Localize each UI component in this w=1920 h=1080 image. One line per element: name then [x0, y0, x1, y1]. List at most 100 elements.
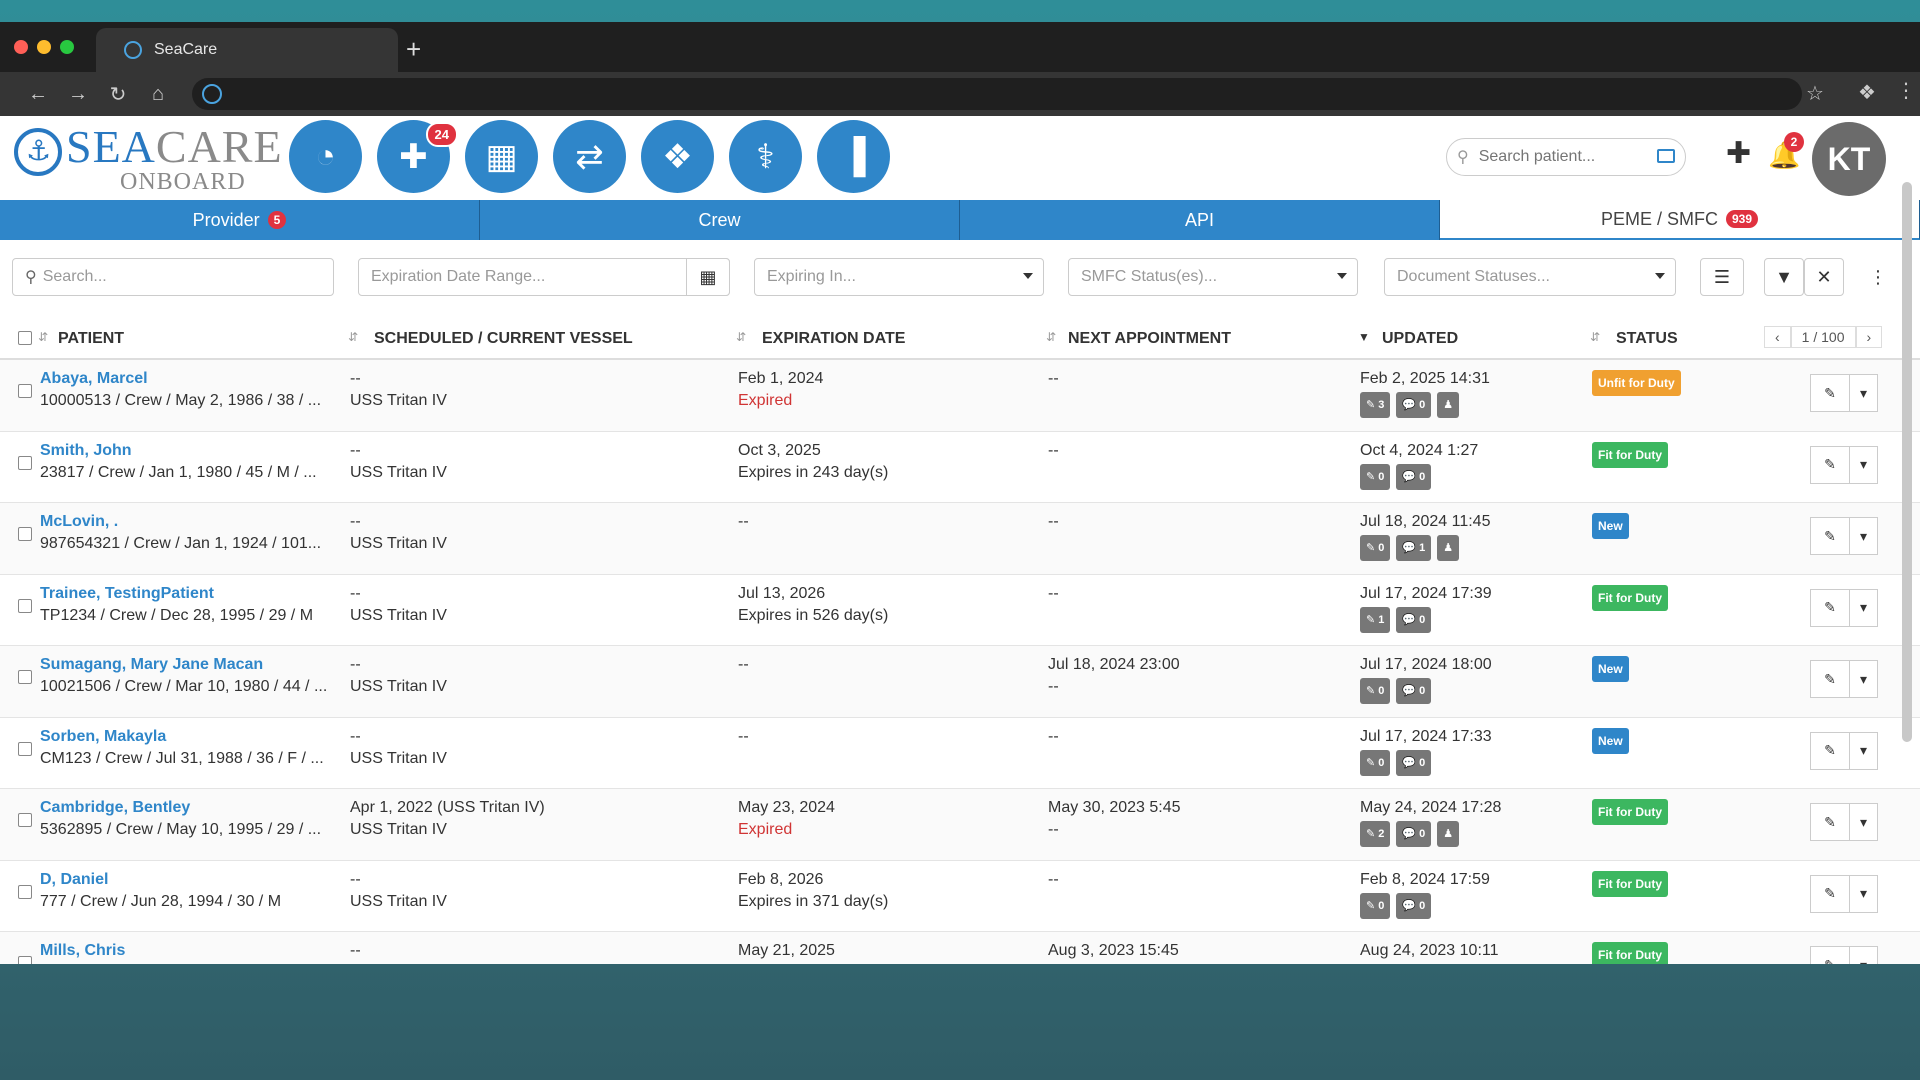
row-checkbox[interactable] — [18, 384, 32, 398]
table-row[interactable]: D, Daniel 777 / Crew / Jun 28, 1994 / 30 … — [0, 861, 1920, 932]
scrollbar-thumb[interactable] — [1902, 182, 1912, 742]
bar-chart-icon[interactable]: ▐ — [817, 120, 890, 193]
chevron-down-icon[interactable]: ▾ — [1850, 588, 1878, 627]
tag-count-badge[interactable]: ✎ 3 — [1360, 392, 1391, 418]
chevron-down-icon[interactable]: ▾ — [1850, 445, 1878, 484]
close-window-button[interactable] — [14, 40, 28, 54]
row-checkbox[interactable] — [18, 741, 32, 756]
browser-tab[interactable]: SeaCare — [96, 28, 398, 72]
patient-name-link[interactable]: Cambridge, Bentley — [40, 797, 330, 819]
patient-name-link[interactable]: D, Daniel — [40, 869, 330, 891]
maximize-window-button[interactable] — [60, 40, 74, 54]
chevron-down-icon[interactable]: ▾ — [1850, 874, 1878, 913]
calendar-icon[interactable]: ▦ — [465, 120, 538, 193]
table-row[interactable]: Abaya, Marcel 10000513 / Crew / May 2, 19… — [0, 360, 1920, 432]
comment-count-badge[interactable]: 💬 0 — [1396, 606, 1432, 633]
column-vessel[interactable]: SCHEDULED / CURRENT VESSEL — [374, 330, 633, 348]
comment-count-badge[interactable]: 💬 0 — [1396, 678, 1432, 704]
patient-search-input[interactable] — [1478, 148, 1659, 166]
user-avatar[interactable]: KT — [1812, 122, 1886, 196]
comment-count-badge[interactable]: 💬 0 — [1396, 821, 1432, 847]
expiring-in-select[interactable]: Expiring In... — [754, 258, 1044, 296]
tab-peme-smfc[interactable]: PEME / SMFC 939 — [1440, 200, 1920, 240]
row-checkbox[interactable] — [18, 598, 32, 613]
sort-icon[interactable]: ⇵ — [38, 330, 48, 344]
tag-count-badge[interactable]: ✎ 0 — [1360, 678, 1391, 704]
bookmark-star-icon[interactable]: ☆ — [1806, 81, 1824, 106]
user-icon[interactable]: ♟ — [1437, 535, 1460, 561]
browser-menu-icon[interactable]: ⋮ — [1896, 78, 1916, 103]
table-row[interactable]: Mills, Chris -- May 21, 2025 Aug 3, 2023 15… — [0, 932, 1920, 964]
chevron-down-icon[interactable]: ▾ — [1850, 946, 1878, 964]
tag-count-badge[interactable]: ✎ 0 — [1360, 463, 1391, 490]
table-row[interactable]: Cambridge, Bentley 5362895 / Crew / May 1… — [0, 789, 1920, 861]
edit-pencil-icon[interactable]: ✎ — [1810, 517, 1850, 555]
table-search-field[interactable]: ⚲ Search... — [12, 258, 334, 296]
smfc-status-select[interactable]: SMFC Status(es)... — [1068, 258, 1358, 296]
table-row[interactable]: Trainee, TestingPatient TP1234 / Crew / D… — [0, 575, 1920, 646]
table-row[interactable]: Sumagang, Mary Jane Macan 10021506 / Crew… — [0, 646, 1920, 718]
tag-count-badge[interactable]: ✎ 1 — [1360, 606, 1391, 633]
id-card-icon[interactable] — [1657, 149, 1675, 163]
column-updated[interactable]: UPDATED — [1382, 330, 1458, 348]
row-checkbox[interactable] — [18, 884, 32, 899]
select-all-checkbox[interactable] — [18, 331, 32, 345]
next-page-button[interactable]: › — [1855, 326, 1883, 348]
back-arrow-icon[interactable]: ← — [18, 83, 58, 106]
forward-arrow-icon[interactable]: → — [58, 83, 98, 106]
seacare-logo[interactable]: SEACARE ONBOARD — [14, 124, 283, 194]
table-row[interactable]: McLovin, . 987654321 / Crew / Jan 1, 1924… — [0, 503, 1920, 575]
comment-count-badge[interactable]: 💬 0 — [1396, 463, 1432, 490]
patient-name-link[interactable]: Abaya, Marcel — [40, 368, 330, 390]
prev-page-button[interactable]: ‹ — [1764, 326, 1791, 348]
dashboard-pie-icon[interactable]: ◔ — [289, 120, 362, 193]
edit-pencil-icon[interactable]: ✎ — [1810, 874, 1850, 913]
document-statuses-select[interactable]: Document Statuses... — [1384, 258, 1676, 296]
edit-pencil-icon[interactable]: ✎ — [1810, 803, 1850, 841]
user-icon[interactable]: ♟ — [1437, 392, 1460, 418]
tag-count-badge[interactable]: ✎ 0 — [1360, 892, 1391, 919]
row-checkbox[interactable] — [18, 455, 32, 470]
new-tab-button[interactable]: + — [406, 34, 421, 65]
sort-icon[interactable]: ⇵ — [348, 330, 358, 344]
sort-icon[interactable]: ⇵ — [736, 330, 746, 344]
minimize-window-button[interactable] — [37, 40, 51, 54]
patient-name-link[interactable]: Trainee, TestingPatient — [40, 583, 330, 605]
stethoscope-icon[interactable]: ⚕ — [729, 120, 802, 193]
column-status[interactable]: STATUS — [1616, 330, 1678, 348]
row-checkbox[interactable] — [18, 527, 32, 541]
column-expiration-date[interactable]: EXPIRATION DATE — [762, 330, 905, 348]
dropbox-icon[interactable]: ❖ — [641, 120, 714, 193]
sort-icon[interactable]: ⇵ — [1590, 330, 1600, 344]
reload-icon[interactable]: ↻ — [98, 82, 138, 107]
medical-add-icon[interactable]: ✚ 24 — [377, 120, 458, 193]
sort-icon[interactable]: ⇵ — [1046, 330, 1056, 344]
patient-name-link[interactable]: Mills, Chris — [40, 940, 330, 962]
edit-pencil-icon[interactable]: ✎ — [1810, 445, 1850, 484]
column-settings-sliders-icon[interactable]: ☰ — [1700, 258, 1744, 296]
table-row[interactable]: Smith, John 23817 / Crew / Jan 1, 1980 / … — [0, 432, 1920, 503]
patient-name-link[interactable]: Sorben, Makayla — [40, 726, 330, 748]
column-next-appointment[interactable]: NEXT APPOINTMENT — [1068, 330, 1231, 348]
scrollbar[interactable] — [1902, 156, 1914, 956]
address-bar[interactable] — [192, 78, 1802, 110]
clear-filters-x-icon[interactable]: ✕ — [1804, 258, 1844, 296]
comment-count-badge[interactable]: 💬 0 — [1396, 892, 1432, 919]
transfer-icon[interactable]: ⇄ — [553, 120, 626, 193]
edit-pencil-icon[interactable]: ✎ — [1810, 660, 1850, 698]
chevron-down-icon[interactable]: ▾ — [1850, 803, 1878, 841]
expiration-date-range-field[interactable]: Expiration Date Range... — [358, 258, 730, 296]
more-options-icon[interactable]: ⋮ — [1858, 258, 1898, 296]
tag-count-badge[interactable]: ✎ 0 — [1360, 535, 1391, 561]
add-plus-icon[interactable]: ✚ — [1726, 136, 1751, 171]
tab-crew[interactable]: Crew — [480, 200, 960, 240]
row-checkbox[interactable] — [18, 813, 32, 827]
edit-pencil-icon[interactable]: ✎ — [1810, 374, 1850, 412]
home-icon[interactable]: ⌂ — [138, 83, 178, 106]
patient-name-link[interactable]: McLovin, . — [40, 511, 330, 533]
row-checkbox[interactable] — [18, 956, 32, 964]
patient-name-link[interactable]: Smith, John — [40, 440, 330, 462]
tab-api[interactable]: API — [960, 200, 1440, 240]
column-patient[interactable]: PATIENT — [58, 330, 124, 348]
patient-search[interactable]: ⚲ — [1446, 138, 1686, 176]
